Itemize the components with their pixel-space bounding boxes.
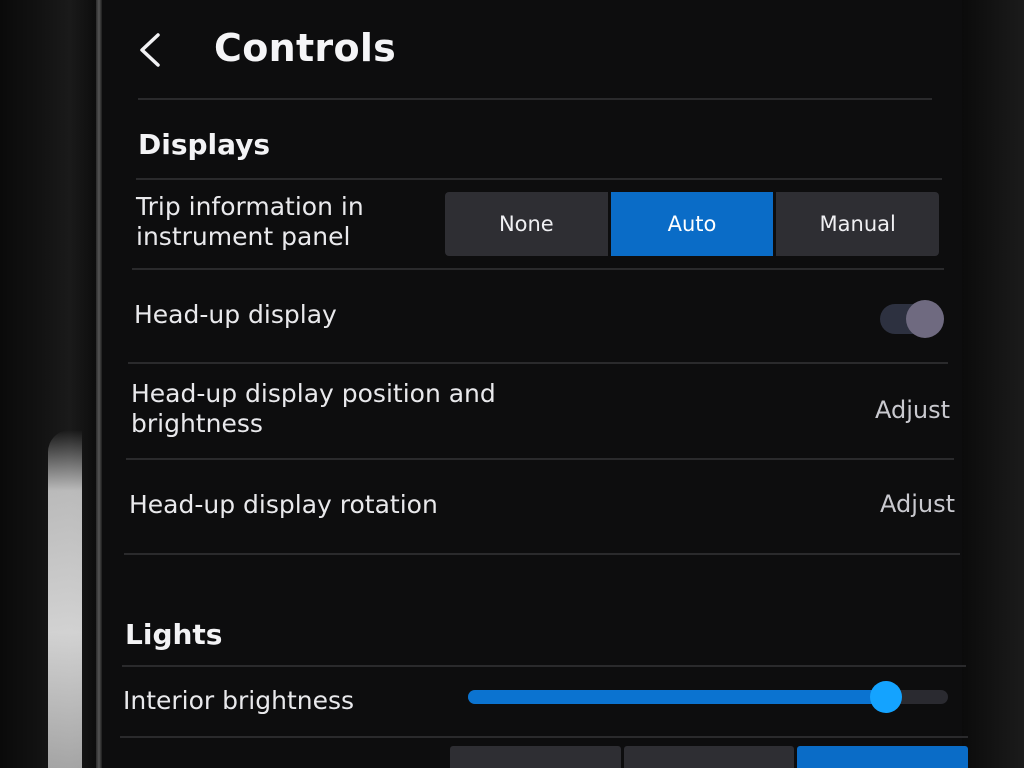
partial-segment[interactable] <box>623 746 795 768</box>
page-title: Controls <box>214 26 397 70</box>
interior-brightness-label: Interior brightness <box>123 686 355 715</box>
divider <box>124 553 960 555</box>
divider <box>120 736 968 738</box>
right-bezel <box>962 0 1024 768</box>
header-divider <box>138 98 932 100</box>
trip-info-label: Trip information in instrument panel <box>136 192 364 252</box>
trip-info-label-line2: instrument panel <box>136 222 351 251</box>
trip-info-option-manual[interactable]: Manual <box>776 192 940 256</box>
divider <box>136 178 942 180</box>
trip-info-label-line1: Trip information in <box>136 192 364 221</box>
hud-position-adjust-button[interactable]: Adjust <box>875 396 950 424</box>
trip-info-option-none[interactable]: None <box>445 192 608 256</box>
divider <box>122 665 966 667</box>
divider <box>128 362 948 364</box>
hud-position-label-line1: Head-up display position and <box>131 379 496 408</box>
hud-position-label-line2: brightness <box>131 409 263 438</box>
partial-segment-selected[interactable] <box>797 746 969 768</box>
hud-label: Head-up display <box>134 300 337 329</box>
section-title-displays: Displays <box>138 128 271 161</box>
interior-brightness-slider-fill <box>468 690 886 704</box>
interior-brightness-slider-thumb[interactable] <box>869 681 902 713</box>
hud-rotation-adjust-button[interactable]: Adjust <box>880 490 955 518</box>
device-frame: Controls Displays Trip information in in… <box>0 0 1024 768</box>
divider <box>126 458 954 460</box>
divider <box>132 268 944 270</box>
trip-info-segmented-control: None Auto Manual <box>445 192 940 256</box>
partial-segmented-control <box>450 746 969 768</box>
hud-position-label: Head-up display position and brightness <box>131 379 496 439</box>
trip-info-option-auto[interactable]: Auto <box>610 192 774 256</box>
section-title-lights: Lights <box>125 618 223 651</box>
hud-rotation-label: Head-up display rotation <box>129 490 438 519</box>
chevron-left-icon[interactable] <box>136 32 164 68</box>
partial-segment[interactable] <box>450 746 621 768</box>
hud-toggle-knob[interactable] <box>906 300 944 338</box>
bezel-reflection <box>48 430 82 768</box>
